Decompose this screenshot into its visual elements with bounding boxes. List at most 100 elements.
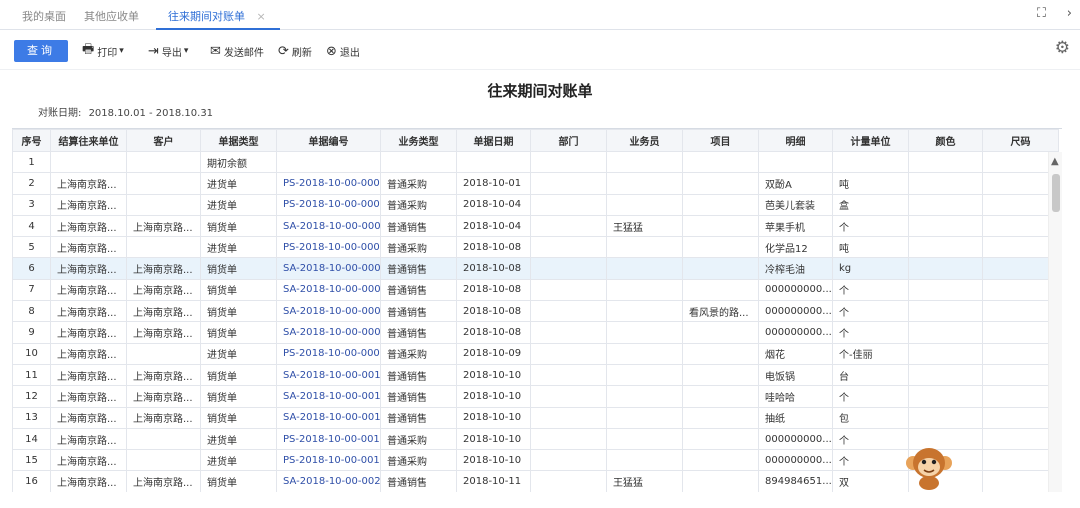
table-cell[interactable]: PS-2018-10-00-0001: [276, 172, 381, 195]
table-cell: [606, 257, 683, 280]
column-header[interactable]: 客户: [126, 129, 201, 152]
close-icon[interactable]: ×: [257, 10, 266, 23]
column-header[interactable]: 业务员: [606, 129, 683, 152]
column-header[interactable]: 业务类型: [380, 129, 457, 152]
table-row[interactable]: 2 上海南京路... 进货单 PS-2018-10-00-0001 普通采购 2018-1…: [12, 172, 1059, 195]
column-header[interactable]: 单据日期: [456, 129, 531, 152]
column-header[interactable]: 项目: [682, 129, 759, 152]
table-cell: 个-佳丽: [832, 342, 909, 365]
table-row[interactable]: 10 上海南京路... 进货单 PS-2018-10-00-0005 普通采购 2018-…: [12, 342, 1059, 365]
fullscreen-icon[interactable]: ⛶: [1037, 6, 1046, 21]
exit-label: 退出: [339, 47, 360, 59]
print-button[interactable]: 🖶 打印 ▾: [82, 42, 124, 60]
table-cell: 双: [832, 470, 909, 492]
column-header[interactable]: 颜色: [908, 129, 983, 152]
table-cell: 上海南京路...: [126, 385, 201, 408]
table-cell: 2018-10-10: [456, 385, 531, 408]
table-cell[interactable]: PS-2018-10-00-0005: [276, 342, 381, 365]
tab-statement[interactable]: 往来期间对账单 ×: [156, 4, 280, 30]
table-row[interactable]: 12 上海南京路... 上海南京路... 销货单 SA-2018-10-00-0016 普…: [12, 385, 1059, 408]
table-cell[interactable]: SA-2018-10-00-0016: [276, 363, 381, 387]
table-cell[interactable]: SA-2018-10-00-0020: [276, 470, 381, 492]
table-row[interactable]: 4 上海南京路... 上海南京路... 销货单 SA-2018-10-00-0001 普通…: [12, 214, 1059, 238]
table-row[interactable]: 3 上海南京路... 进货单 PS-2018-10-00-0002 普通采购 2018-1…: [12, 193, 1059, 216]
table-cell: [126, 172, 201, 195]
send-mail-button[interactable]: ✉ 发送邮件: [210, 42, 264, 60]
table-cell[interactable]: PS-2018-10-00-0015: [276, 427, 381, 451]
chevron-up-icon[interactable]: ▲: [1051, 156, 1059, 167]
table-cell: [908, 406, 983, 429]
column-header[interactable]: 尺码: [982, 129, 1059, 152]
table-cell: 9: [12, 321, 51, 344]
table-cell: 个: [832, 278, 909, 302]
scrollbar-thumb[interactable]: [1052, 174, 1060, 212]
table-row[interactable]: 11 上海南京路... 上海南京路... 销货单 SA-2018-10-00-0016 普…: [12, 363, 1059, 387]
table-cell: [606, 172, 683, 195]
tab-my-desktop[interactable]: 我的桌面: [22, 8, 66, 24]
column-header[interactable]: 结算往来单位: [50, 129, 127, 152]
table-cell: 上海南京路...: [126, 214, 201, 238]
table-cell: [682, 470, 759, 492]
table-cell: [606, 385, 683, 408]
table-cell: 2018-10-04: [456, 214, 531, 238]
refresh-button[interactable]: ⟳ 刷新: [278, 42, 312, 60]
table-cell: 普通采购: [380, 427, 457, 451]
date-label: 对账日期:: [38, 108, 82, 119]
table-cell: 上海南京路...: [50, 321, 127, 344]
table-row[interactable]: 1 期初余额: [12, 150, 1059, 174]
table-cell: 化学品12: [758, 236, 833, 259]
gear-icon[interactable]: ⚙: [1055, 38, 1070, 58]
column-header[interactable]: 单据编号: [276, 129, 381, 152]
table-cell[interactable]: PS-2018-10-00-0015: [276, 449, 381, 472]
table-cell: 普通销售: [380, 321, 457, 344]
table-cell[interactable]: SA-2018-10-00-0016: [276, 406, 381, 429]
table-cell: 上海南京路...: [126, 406, 201, 429]
table-cell: [126, 236, 201, 259]
column-header[interactable]: 序号: [12, 129, 51, 152]
chevron-right-icon[interactable]: ›: [1067, 6, 1072, 21]
table-cell: 2: [12, 172, 51, 195]
table-cell: 上海南京路...: [50, 363, 127, 387]
vertical-scrollbar[interactable]: ▲: [1048, 152, 1062, 492]
table-cell: 吨: [832, 236, 909, 259]
tab-other-receivables[interactable]: 其他应收单: [84, 8, 139, 24]
exit-button[interactable]: ⊗ 退出: [326, 42, 360, 60]
column-header[interactable]: 单据类型: [200, 129, 277, 152]
table-cell[interactable]: SA-2018-10-00-0009: [276, 321, 381, 344]
table-cell[interactable]: SA-2018-10-00-0006: [276, 257, 381, 280]
column-header[interactable]: 明细: [758, 129, 833, 152]
query-button[interactable]: 查询: [14, 40, 68, 62]
table-cell[interactable]: PS-2018-10-00-0002: [276, 193, 381, 216]
table-row[interactable]: 9 上海南京路... 上海南京路... 销货单 SA-2018-10-00-0009 普通…: [12, 321, 1059, 344]
table-row[interactable]: 6 上海南京路... 上海南京路... 销货单 SA-2018-10-00-0006 普通…: [12, 257, 1059, 280]
print-label: 打印: [97, 47, 118, 59]
table-cell[interactable]: SA-2018-10-00-0008: [276, 300, 381, 323]
column-header[interactable]: 部门: [530, 129, 607, 152]
table-cell: [126, 342, 201, 365]
table-cell: 普通销售: [380, 385, 457, 408]
table-cell: [682, 321, 759, 344]
export-button[interactable]: ⇥ 导出 ▾: [148, 42, 188, 60]
table-cell: [908, 236, 983, 259]
table-row[interactable]: 7 上海南京路... 上海南京路... 销货单 SA-2018-10-00-0006 普通…: [12, 278, 1059, 302]
table-cell: 上海南京路...: [126, 321, 201, 344]
table-cell: [530, 214, 607, 238]
table-cell: 上海南京路...: [50, 406, 127, 429]
table-row[interactable]: 5 上海南京路... 进货单 PS-2018-10-00-0004 普通采购 2018-1…: [12, 236, 1059, 259]
table-row[interactable]: 13 上海南京路... 上海南京路... 销货单 SA-2018-10-00-0016 普…: [12, 406, 1059, 429]
table-row[interactable]: 8 上海南京路... 上海南京路... 销货单 SA-2018-10-00-0008 普通…: [12, 300, 1059, 323]
table-cell[interactable]: SA-2018-10-00-0016: [276, 385, 381, 408]
table-cell[interactable]: SA-2018-10-00-0006: [276, 278, 381, 302]
table-cell: [908, 193, 983, 216]
tab-statement-label: 往来期间对账单: [168, 10, 245, 23]
table-cell: 销货单: [200, 470, 277, 492]
table-cell: 上海南京路...: [50, 214, 127, 238]
table-cell[interactable]: SA-2018-10-00-0001: [276, 214, 381, 238]
table-cell: 13: [12, 406, 51, 429]
table-cell: 3: [12, 193, 51, 216]
table-cell: [682, 193, 759, 216]
column-header[interactable]: 计量单位: [832, 129, 909, 152]
table-cell[interactable]: PS-2018-10-00-0004: [276, 236, 381, 259]
table-cell: [682, 427, 759, 451]
table-cell: 2018-10-10: [456, 449, 531, 472]
